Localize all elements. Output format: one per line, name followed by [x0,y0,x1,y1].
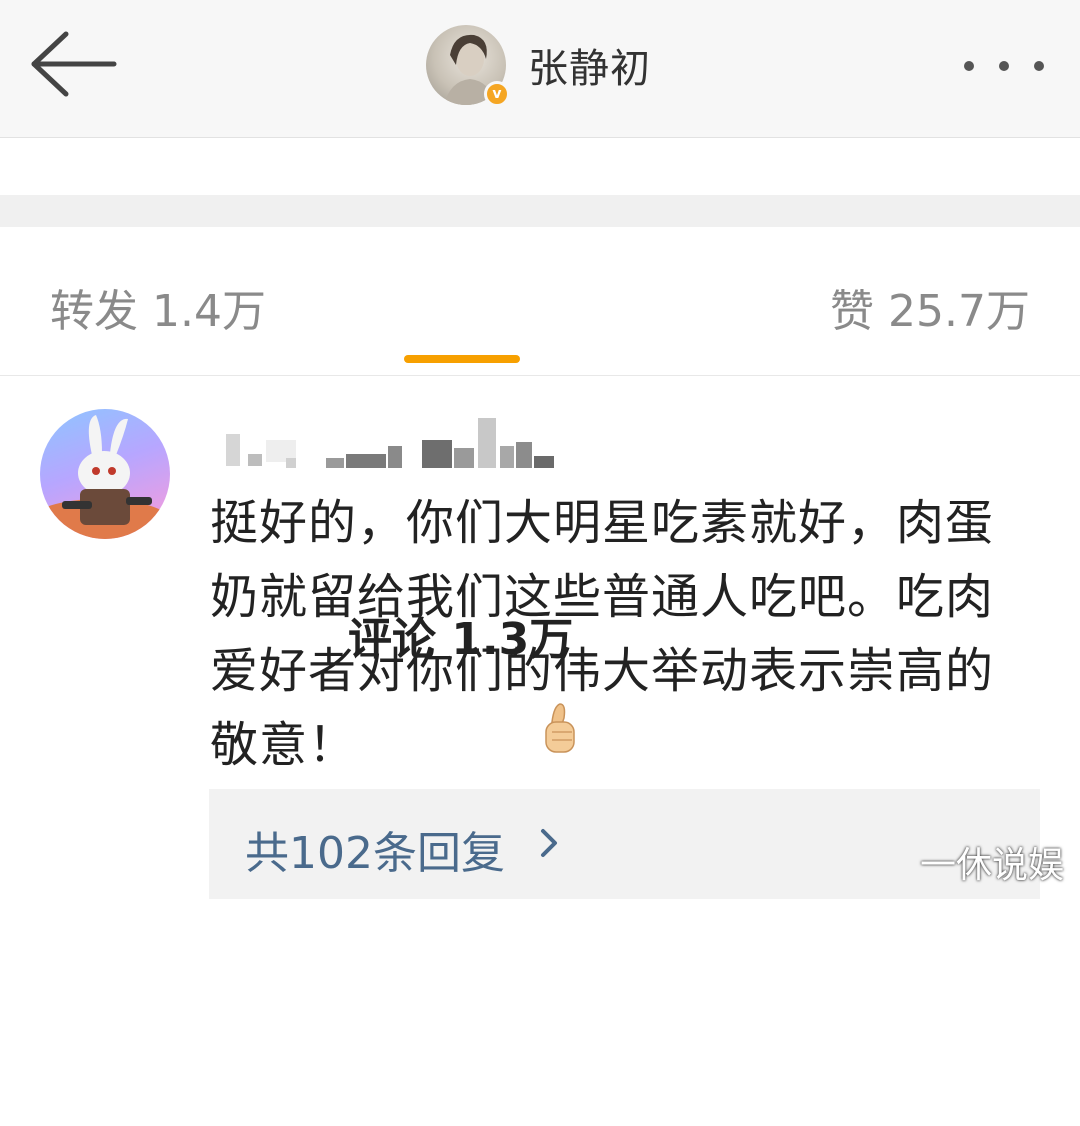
avatar[interactable]: v [426,25,510,107]
tab-likes[interactable]: 赞 25.7万 [830,275,1030,339]
back-arrow-icon[interactable] [28,28,120,100]
commenter-username-blurred[interactable] [226,416,566,472]
interaction-tabs: 转发 1.4万 评论 1.3万 赞 25.7万 [0,227,1080,665]
thumbs-up-icon [545,703,575,753]
more-options-icon[interactable] [964,48,1044,84]
header-user-name[interactable]: 张静初 [528,36,651,94]
active-tab-indicator [404,355,520,363]
profile-header[interactable]: v 张静初 [426,24,651,107]
commenter-avatar[interactable] [40,409,170,539]
tab-repost[interactable]: 转发 1.4万 [50,275,266,339]
comment-body: 挺好的，你们大明星吃素就好，肉蛋奶就留给我们这些普通人吃吧。吃肉爱好者对你们的伟… [210,495,995,773]
view-replies-button[interactable]: 共102条回复 [209,789,1040,899]
replies-count-label: 共102条回复 [245,828,505,879]
chevron-right-icon [541,829,557,857]
watermark: 一休说娱 [920,845,1065,886]
verified-badge-icon: v [484,81,510,107]
section-divider [0,195,1080,227]
comment-item: 挺好的，你们大明星吃素就好，肉蛋奶就留给我们这些普通人吃吧。吃肉爱好者对你们的伟… [0,376,1080,899]
top-bar: v 张静初 [0,0,1080,138]
